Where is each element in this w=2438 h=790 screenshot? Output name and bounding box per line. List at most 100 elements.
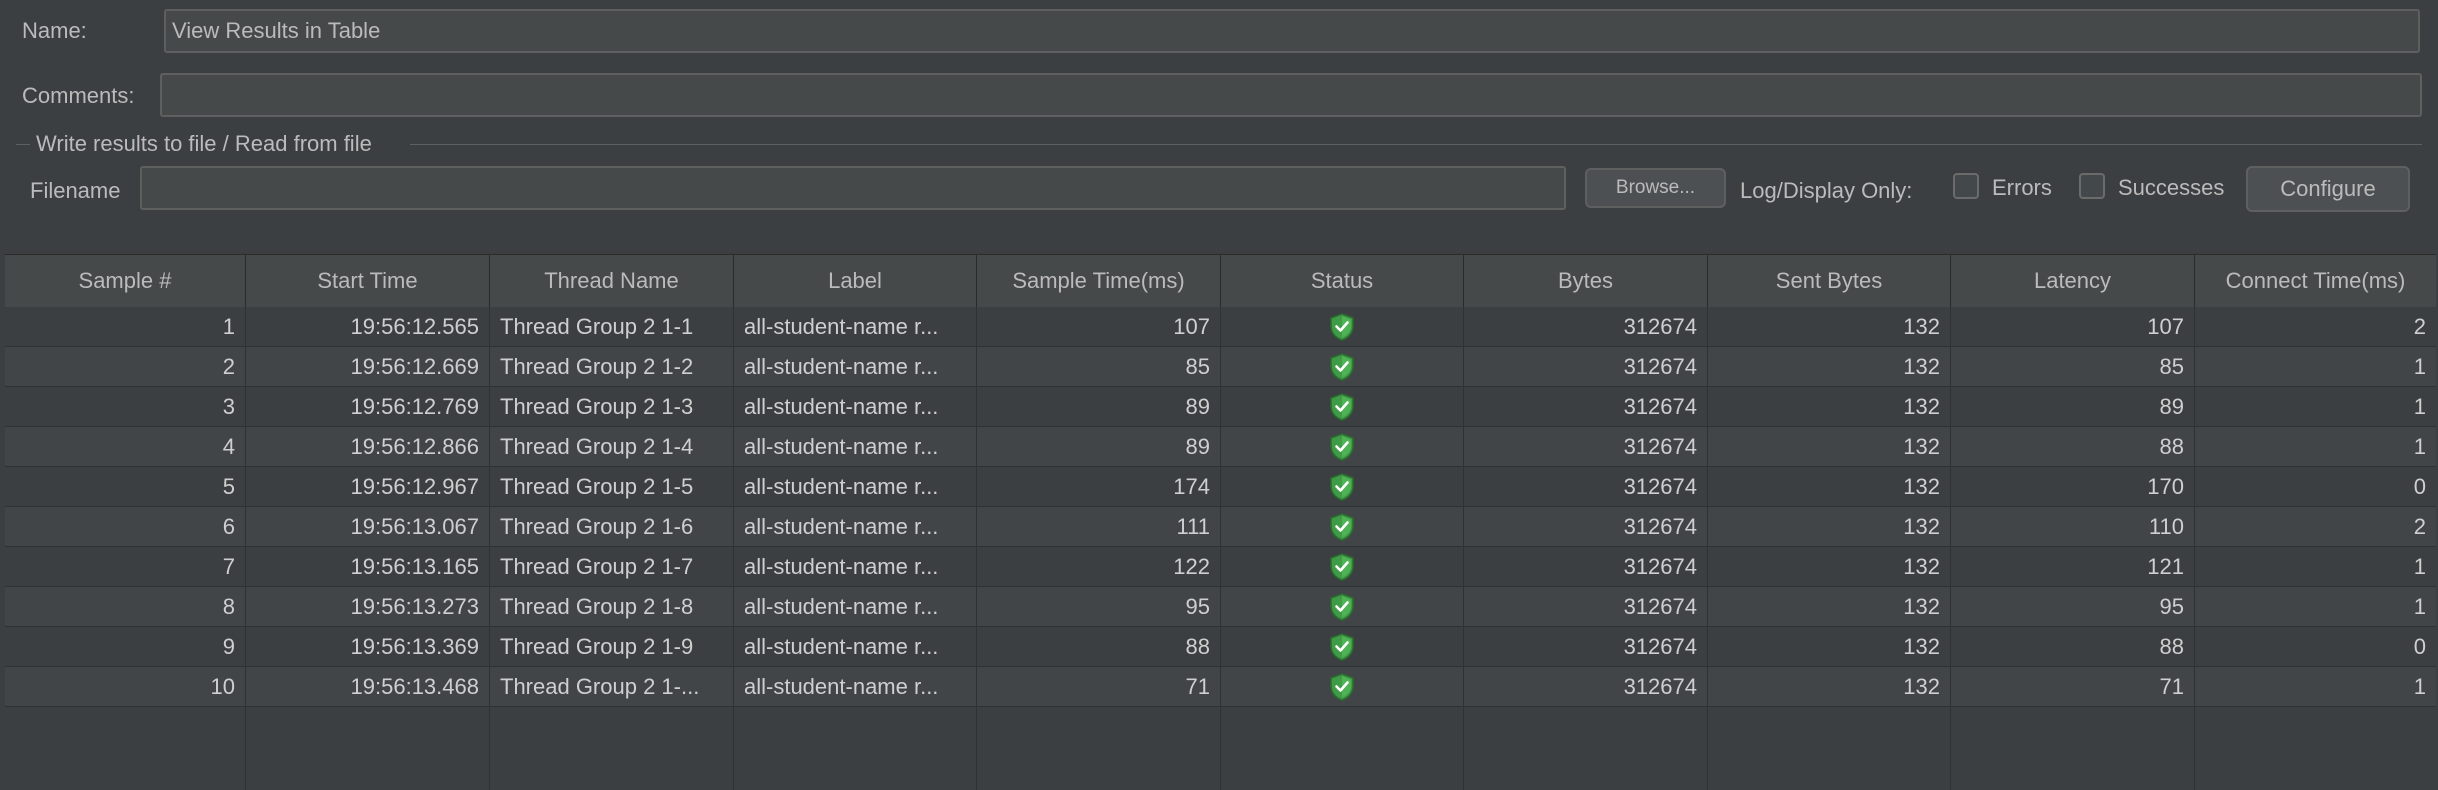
success-shield-icon bbox=[1329, 432, 1355, 461]
success-shield-icon bbox=[1329, 352, 1355, 381]
name-label: Name: bbox=[22, 18, 87, 43]
column-header-latency[interactable]: Latency bbox=[1951, 255, 2195, 307]
cell-label: all-student-name r... bbox=[734, 587, 977, 626]
filename-field[interactable] bbox=[140, 166, 1566, 210]
column-divider bbox=[733, 307, 734, 790]
successes-checkbox[interactable] bbox=[2079, 173, 2105, 199]
cell-sample-time: 71 bbox=[977, 667, 1221, 706]
cell-label: all-student-name r... bbox=[734, 467, 977, 506]
cell-latency: 88 bbox=[1951, 427, 2195, 466]
cell-label: all-student-name r... bbox=[734, 307, 977, 346]
cell-bytes: 312674 bbox=[1464, 467, 1708, 506]
cell-status bbox=[1221, 427, 1464, 466]
configure-button[interactable]: Configure bbox=[2246, 166, 2410, 212]
cell-sent-bytes: 132 bbox=[1708, 427, 1951, 466]
cell-status bbox=[1221, 667, 1464, 706]
cell-start-time: 19:56:13.369 bbox=[246, 627, 490, 666]
cell-sample-number: 10 bbox=[5, 667, 246, 706]
cell-label: all-student-name r... bbox=[734, 507, 977, 546]
log-display-only-label: Log/Display Only: bbox=[1740, 178, 1913, 203]
success-shield-icon bbox=[1329, 392, 1355, 421]
cell-sample-time: 89 bbox=[977, 427, 1221, 466]
column-divider bbox=[1950, 307, 1951, 790]
cell-sample-time: 174 bbox=[977, 467, 1221, 506]
cell-thread-name: Thread Group 2 1-8 bbox=[490, 587, 734, 626]
column-divider bbox=[976, 307, 977, 790]
cell-sample-number: 9 bbox=[5, 627, 246, 666]
cell-bytes: 312674 bbox=[1464, 307, 1708, 346]
cell-connect-time: 0 bbox=[2413, 473, 2426, 499]
cell-label: all-student-name r... bbox=[734, 347, 977, 386]
cell-sent-bytes: 132 bbox=[1708, 627, 1951, 666]
cell-sample-time: 107 bbox=[977, 307, 1221, 346]
cell-sent-bytes: 132 bbox=[1708, 547, 1951, 586]
column-divider bbox=[1707, 307, 1708, 790]
view-results-in-table-panel: Name: View Results in Table Comments: Wr… bbox=[0, 0, 2438, 790]
column-header-label[interactable]: Label bbox=[734, 255, 977, 307]
success-shield-icon bbox=[1329, 552, 1355, 581]
column-header-thread-name[interactable]: Thread Name bbox=[490, 255, 734, 307]
browse-button[interactable]: Browse... bbox=[1585, 168, 1726, 208]
cell-sent-bytes: 132 bbox=[1708, 347, 1951, 386]
cell-thread-name: Thread Group 2 1-2 bbox=[490, 347, 734, 386]
success-shield-icon bbox=[1329, 312, 1355, 341]
results-table: Sample # Start Time Thread Name Label Sa… bbox=[5, 254, 2436, 790]
cell-latency: 88 bbox=[1951, 627, 2195, 666]
name-field[interactable]: View Results in Table bbox=[164, 9, 2420, 53]
cell-bytes: 312674 bbox=[1464, 347, 1708, 386]
cell-sample-number: 4 bbox=[5, 427, 246, 466]
cell-thread-name: Thread Group 2 1-7 bbox=[490, 547, 734, 586]
cell-latency: 107 bbox=[1951, 307, 2195, 346]
cell-start-time: 19:56:12.565 bbox=[246, 307, 490, 346]
comments-field[interactable] bbox=[160, 73, 2422, 117]
success-shield-icon bbox=[1329, 512, 1355, 541]
cell-sample-time: 88 bbox=[977, 627, 1221, 666]
comments-label: Comments: bbox=[22, 83, 135, 108]
column-header-start-time[interactable]: Start Time bbox=[246, 255, 490, 307]
cell-label: all-student-name r... bbox=[734, 427, 977, 466]
cell-sample-number: 3 bbox=[5, 387, 246, 426]
cell-start-time: 19:56:13.273 bbox=[246, 587, 490, 626]
column-header-status[interactable]: Status bbox=[1221, 255, 1464, 307]
column-header-sent-bytes[interactable]: Sent Bytes bbox=[1708, 255, 1951, 307]
success-shield-icon bbox=[1329, 592, 1355, 621]
cell-bytes: 312674 bbox=[1464, 507, 1708, 546]
errors-label: Errors bbox=[1992, 175, 2052, 200]
cell-label: all-student-name r... bbox=[734, 667, 977, 706]
errors-checkbox[interactable] bbox=[1953, 173, 1979, 199]
cell-sample-number: 2 bbox=[5, 347, 246, 386]
cell-sample-number: 6 bbox=[5, 507, 246, 546]
cell-connect-time: 1 bbox=[2413, 673, 2426, 699]
cell-bytes: 312674 bbox=[1464, 427, 1708, 466]
column-divider bbox=[489, 307, 490, 790]
cell-latency: 170 bbox=[1951, 467, 2195, 506]
cell-thread-name: Thread Group 2 1-3 bbox=[490, 387, 734, 426]
cell-bytes: 312674 bbox=[1464, 627, 1708, 666]
successes-label: Successes bbox=[2118, 175, 2225, 200]
cell-sample-number: 8 bbox=[5, 587, 246, 626]
cell-status bbox=[1221, 387, 1464, 426]
cell-bytes: 312674 bbox=[1464, 387, 1708, 426]
success-shield-icon bbox=[1329, 472, 1355, 501]
cell-latency: 89 bbox=[1951, 387, 2195, 426]
column-header-sample-number[interactable]: Sample # bbox=[5, 255, 246, 307]
cell-latency: 121 bbox=[1951, 547, 2195, 586]
column-header-connect-time[interactable]: Connect Time(ms) bbox=[2195, 255, 2436, 307]
filename-label: Filename bbox=[30, 178, 121, 203]
cell-label: all-student-name r... bbox=[734, 547, 977, 586]
cell-start-time: 19:56:13.468 bbox=[246, 667, 490, 706]
column-header-bytes[interactable]: Bytes bbox=[1464, 255, 1708, 307]
group-border-right bbox=[410, 144, 2422, 145]
cell-status bbox=[1221, 507, 1464, 546]
cell-status bbox=[1221, 587, 1464, 626]
column-divider bbox=[1463, 307, 1464, 790]
cell-start-time: 19:56:12.669 bbox=[246, 347, 490, 386]
cell-latency: 71 bbox=[1951, 667, 2195, 706]
cell-connect-time: 0 bbox=[2413, 633, 2426, 659]
cell-thread-name: Thread Group 2 1-... bbox=[490, 667, 734, 706]
cell-bytes: 312674 bbox=[1464, 587, 1708, 626]
cell-sent-bytes: 132 bbox=[1708, 467, 1951, 506]
cell-status bbox=[1221, 347, 1464, 386]
cell-start-time: 19:56:12.866 bbox=[246, 427, 490, 466]
column-header-sample-time[interactable]: Sample Time(ms) bbox=[977, 255, 1221, 307]
